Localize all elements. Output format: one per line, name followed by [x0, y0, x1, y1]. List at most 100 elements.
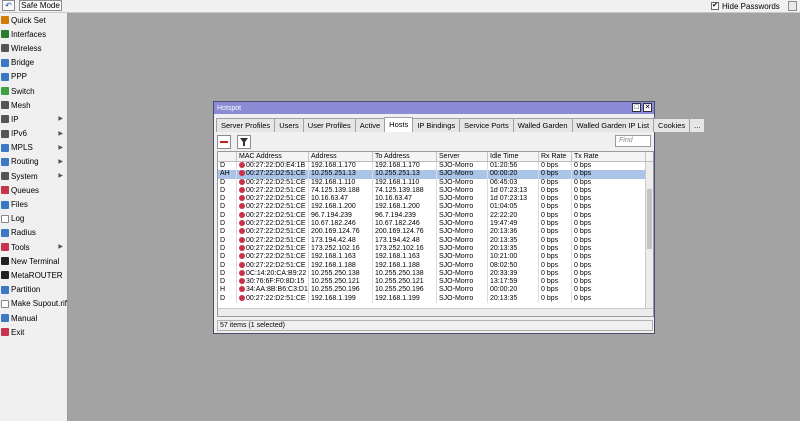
- table-cell: 0 bps: [539, 269, 572, 279]
- column-header[interactable]: Idle Time: [488, 152, 539, 161]
- table-cell: 0 bps: [539, 286, 572, 295]
- sidebar-item-ipv6[interactable]: IPv6 ▶: [0, 127, 67, 141]
- table-row[interactable]: D 00:27:22:D2:51:CE 192.168.1.163 192.168.1…: [218, 253, 653, 262]
- table-row[interactable]: D 00:27:22:D2:51:CE 173.194.42.48 173.194.4…: [218, 236, 653, 245]
- table-row[interactable]: D 00:27:22:D2:51:CE 192.168.1.199 192.168.1…: [218, 294, 653, 304]
- tab-more[interactable]: ...: [689, 118, 706, 132]
- table-row[interactable]: D 00:27:22:D2:51:CE 192.168.1.110 192.168.1…: [218, 178, 653, 187]
- column-header[interactable]: To Address: [373, 152, 437, 161]
- sidebar-item-bridge[interactable]: Bridge: [0, 56, 67, 70]
- sidebar-item-manual[interactable]: Manual: [0, 311, 67, 325]
- table-cell: 06:45:03: [488, 178, 539, 187]
- sidebar-item-label: Quick Set: [11, 15, 46, 25]
- table-row[interactable]: H 34:AA:8B:B6:C3:D1 10.255.250.196 10.255.2…: [218, 286, 653, 295]
- table-row[interactable]: D 00:27:22:D2:51:CE 200.169.124.76 200.169.…: [218, 228, 653, 237]
- restore-icon[interactable]: □: [632, 103, 641, 112]
- tab-active[interactable]: Active: [354, 118, 386, 132]
- sidebar-item-routing[interactable]: Routing ▶: [0, 155, 67, 169]
- column-header[interactable]: Server: [437, 152, 488, 161]
- hide-passwords-checkbox[interactable]: ✔: [711, 2, 719, 10]
- sidebar-item-metarouter[interactable]: MetaROUTER: [0, 268, 67, 282]
- horizontal-scrollbar[interactable]: [218, 308, 653, 316]
- mac-address: 00:27:22:D2:51:CE: [246, 253, 306, 261]
- table-row[interactable]: D 00:27:22:D2:51:CE 173.252.102.16 173.252.…: [218, 244, 653, 254]
- filter-button[interactable]: [237, 135, 251, 149]
- table-row[interactable]: D 00:27:22:D2:51:CE 10.16.63.47 10.16.63.47…: [218, 195, 653, 204]
- table-cell: 22:22:20: [488, 211, 539, 221]
- table-row[interactable]: AH 00:27:22:D2:51:CE 10.255.251.13 10.255.2…: [218, 170, 653, 179]
- table-cell: 0 bps: [572, 244, 646, 254]
- tab-ip-bindings[interactable]: IP Bindings: [412, 118, 461, 132]
- table-cell: SJO-Morro: [437, 178, 488, 187]
- sidebar-item-radius[interactable]: Radius: [0, 226, 67, 240]
- tab-walled-garden[interactable]: Walled Garden: [512, 118, 573, 132]
- metarouter-icon: [1, 271, 9, 280]
- sidebar-item-label: Files: [11, 200, 28, 210]
- table-row[interactable]: D 00:27:22:D2:51:CE 192.168.1.188 192.168.1…: [218, 261, 653, 270]
- tab-user-profiles[interactable]: User Profiles: [302, 118, 356, 132]
- table-cell: 74.125.139.188: [309, 186, 373, 196]
- scrollbar-thumb[interactable]: [647, 189, 652, 249]
- table-cell: 0 bps: [572, 286, 646, 295]
- remove-button[interactable]: [217, 135, 231, 149]
- table-cell: D: [218, 203, 237, 212]
- tab-cookies[interactable]: Cookies: [653, 118, 691, 132]
- undo-button[interactable]: ↶: [2, 0, 15, 11]
- sidebar-item-ppp[interactable]: PPP: [0, 70, 67, 84]
- hide-passwords-toggle[interactable]: ✔ Hide Passwords: [711, 1, 780, 11]
- window-title-bar[interactable]: Hotspot □ ✕: [214, 102, 654, 114]
- sidebar-item-partition[interactable]: Partition: [0, 283, 67, 297]
- host-status-icon: [239, 286, 245, 293]
- sidebar-item-interfaces[interactable]: Interfaces: [0, 27, 67, 41]
- safe-mode-button[interactable]: Safe Mode: [19, 0, 62, 11]
- mac-address: 00:27:22:D2:51:CE: [246, 220, 306, 228]
- column-header[interactable]: Rx Rate: [539, 152, 572, 161]
- table-row[interactable]: D 00:27:22:D2:51:CE 96.7.194.239 96.7.194.2…: [218, 211, 653, 221]
- table-row[interactable]: D 00:27:22:D0:E4:1B 192.168.1.170 192.168.1…: [218, 162, 653, 171]
- vertical-scrollbar[interactable]: [645, 162, 653, 309]
- tab-server-profiles[interactable]: Server Profiles: [216, 118, 276, 132]
- sidebar-item-system[interactable]: System ▶: [0, 169, 67, 183]
- sidebar-item-quick-set[interactable]: Quick Set: [0, 13, 67, 27]
- table-cell: 10.255.250.196: [309, 286, 373, 295]
- table-cell: 0 bps: [539, 220, 572, 229]
- close-icon[interactable]: ✕: [643, 103, 652, 112]
- sidebar-item-log[interactable]: Log: [0, 212, 67, 226]
- sidebar-item-label: Mesh: [11, 100, 31, 110]
- sidebar-item-queues[interactable]: Queues: [0, 183, 67, 197]
- column-header[interactable]: [218, 152, 237, 161]
- table-row[interactable]: D 00:27:22:D2:51:CE 192.168.1.200 192.168.1…: [218, 203, 653, 212]
- table-cell: AH: [218, 170, 237, 179]
- table-cell: SJO-Morro: [437, 286, 488, 295]
- tab-walled-garden-ip-list[interactable]: Walled Garden IP List: [571, 118, 655, 132]
- column-header[interactable]: Address: [309, 152, 373, 161]
- tab-hosts[interactable]: Hosts: [384, 117, 414, 132]
- sidebar-item-make-supout-rif[interactable]: Make Supout.rif: [0, 297, 67, 311]
- table-cell: 00:27:22:D2:51:CE: [237, 195, 309, 204]
- sidebar-item-ip[interactable]: IP ▶: [0, 112, 67, 126]
- table-row[interactable]: D 0C:14:20:CA:B9:22 10.255.250.138 10.255.2…: [218, 269, 653, 279]
- tab-users[interactable]: Users: [274, 118, 304, 132]
- sidebar-item-exit[interactable]: Exit: [0, 325, 67, 339]
- sidebar-item-mpls[interactable]: MPLS ▶: [0, 141, 67, 155]
- sidebar-item-wireless[interactable]: Wireless: [0, 41, 67, 55]
- table-cell: D: [218, 178, 237, 187]
- sidebar-item-files[interactable]: Files: [0, 197, 67, 211]
- column-header[interactable]: Tx Rate: [572, 152, 646, 161]
- table-cell: 0 bps: [539, 162, 572, 171]
- table-row[interactable]: D 00:27:22:D2:51:CE 10.67.182.246 10.67.182…: [218, 220, 653, 229]
- mac-address: 00:27:22:D0:E4:1B: [246, 162, 306, 169]
- tab-service-ports[interactable]: Service Ports: [459, 118, 514, 132]
- table-cell: SJO-Morro: [437, 261, 488, 270]
- table-cell: 20:13:35: [488, 294, 539, 304]
- minus-icon: [220, 141, 228, 143]
- sidebar-item-mesh[interactable]: Mesh: [0, 98, 67, 112]
- table-row[interactable]: D 00:27:22:D2:51:CE 74.125.139.188 74.125.1…: [218, 186, 653, 196]
- sidebar-item-switch[interactable]: Switch: [0, 84, 67, 98]
- sidebar-item-new-terminal[interactable]: New Terminal: [0, 254, 67, 268]
- sidebar-item-tools[interactable]: Tools ▶: [0, 240, 67, 254]
- column-header[interactable]: MAC Address: [237, 152, 309, 161]
- table-cell: 173.194.42.48: [373, 236, 437, 245]
- find-input[interactable]: Find: [615, 135, 651, 147]
- table-row[interactable]: D 30:76:6F:F0:8D:15 10.255.250.121 10.255.2…: [218, 278, 653, 287]
